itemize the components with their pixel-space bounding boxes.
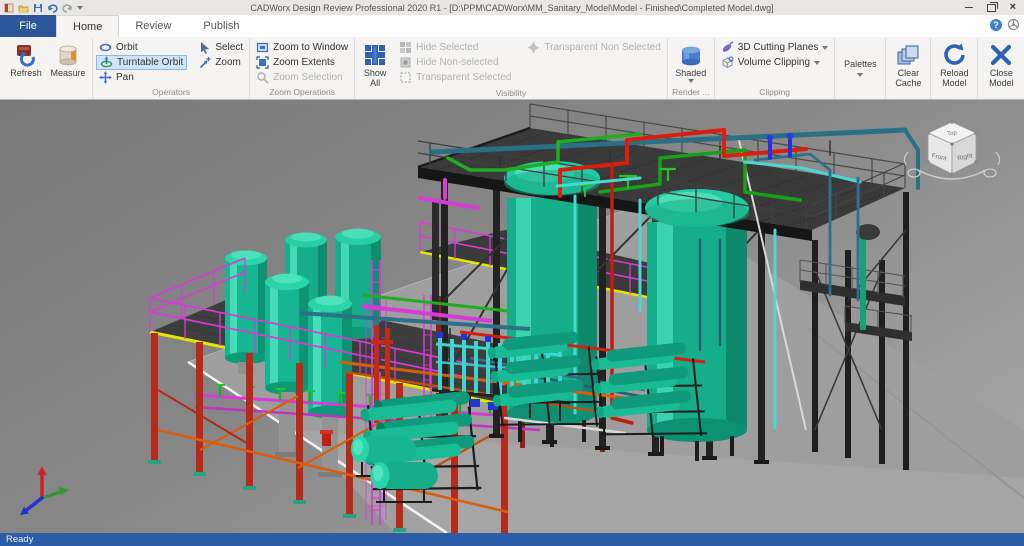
group-palettes: Palettes bbox=[835, 38, 886, 99]
refresh-icon bbox=[13, 42, 39, 68]
volume-clipping-button[interactable]: Volume Clipping bbox=[718, 55, 832, 70]
open-file-button[interactable] bbox=[18, 3, 29, 13]
transparent-selected-button: Transparent Selected bbox=[396, 70, 514, 85]
viewport-3d-model: Top Front Right bbox=[0, 100, 1024, 533]
orbit-icon bbox=[99, 41, 112, 54]
zoom-extents-button[interactable]: Zoom Extents bbox=[253, 55, 351, 70]
ribbon-tab-bar: File Home Review Publish ? bbox=[0, 15, 1024, 37]
tab-review[interactable]: Review bbox=[119, 15, 187, 37]
group-visibility: Show All Hide Selected Hide Non-selected… bbox=[355, 38, 668, 99]
close-model-button[interactable]: Close Model bbox=[981, 39, 1021, 88]
help-icon[interactable]: ? bbox=[990, 19, 1002, 31]
refresh-button[interactable]: Refresh bbox=[5, 39, 47, 78]
quick-access-toolbar bbox=[0, 3, 83, 13]
viewport-3d[interactable]: Top Front Right bbox=[0, 100, 1024, 533]
group-reload: Reload Model bbox=[931, 38, 978, 99]
zoom-to-window-button[interactable]: Zoom to Window bbox=[253, 40, 351, 55]
show-all-button[interactable]: Show All bbox=[358, 39, 392, 88]
hide-non-selected-icon bbox=[399, 56, 412, 69]
turntable-orbit-icon bbox=[100, 56, 113, 69]
orbit-button[interactable]: Orbit bbox=[96, 40, 187, 55]
tab-home[interactable]: Home bbox=[56, 15, 119, 37]
tab-publish[interactable]: Publish bbox=[187, 15, 255, 37]
reload-model-button[interactable]: Reload Model bbox=[934, 39, 974, 88]
clear-cache-button[interactable]: Clear Cache bbox=[889, 39, 927, 88]
group-render: Shaded Render ... bbox=[668, 38, 715, 99]
shaded-dropdown-caret-icon[interactable] bbox=[688, 79, 694, 83]
zoom-extents-icon bbox=[256, 56, 269, 69]
group-model-actions: Refresh Measure bbox=[2, 38, 93, 99]
select-button[interactable]: Select bbox=[195, 40, 246, 55]
turntable-orbit-button[interactable]: Turntable Orbit bbox=[96, 55, 187, 70]
group-operators: Orbit Turntable Orbit Pan Select bbox=[93, 38, 250, 99]
large-tank-right bbox=[647, 222, 747, 461]
close-button[interactable]: × bbox=[1010, 3, 1016, 12]
undo-button[interactable] bbox=[47, 3, 58, 13]
tab-file[interactable]: File bbox=[0, 15, 56, 37]
group-cache: Clear Cache bbox=[886, 38, 931, 99]
transparent-non-selected-button: Transparent Non Selected bbox=[524, 40, 663, 55]
redo-button[interactable] bbox=[62, 3, 73, 13]
measure-button[interactable]: Measure bbox=[47, 39, 89, 78]
qat-customize-caret-icon[interactable] bbox=[77, 6, 83, 10]
small-red-equipment bbox=[322, 432, 331, 446]
status-bar: Ready bbox=[0, 533, 1024, 546]
zoom-to-window-icon bbox=[256, 41, 269, 54]
shaded-button[interactable]: Shaded bbox=[671, 39, 711, 83]
reload-model-icon bbox=[941, 42, 967, 68]
close-model-icon bbox=[988, 42, 1014, 68]
select-cursor-icon bbox=[198, 41, 211, 54]
volume-clipping-icon bbox=[721, 56, 734, 69]
transparent-selected-icon bbox=[399, 71, 412, 84]
pan-icon bbox=[99, 71, 112, 84]
app-icon[interactable] bbox=[4, 3, 14, 13]
save-button[interactable] bbox=[33, 3, 43, 13]
titlebar: CADWorx Design Review Professional 2020 … bbox=[0, 0, 1024, 15]
cutting-planes-button[interactable]: 3D Cutting Planes bbox=[718, 40, 832, 55]
palettes-button[interactable]: Palettes bbox=[838, 49, 882, 77]
cutting-planes-caret-icon[interactable] bbox=[822, 46, 828, 50]
clear-cache-icon bbox=[895, 42, 921, 68]
status-text: Ready bbox=[6, 534, 33, 545]
volume-clipping-caret-icon[interactable] bbox=[814, 61, 820, 65]
restore-button[interactable] bbox=[987, 4, 996, 12]
window-title: CADWorx Design Review Professional 2020 … bbox=[0, 3, 1024, 13]
group-clipping: 3D Cutting Planes Volume Clipping Clippi… bbox=[715, 38, 836, 99]
viewcube-rotate-right-icon[interactable] bbox=[984, 169, 996, 177]
zoom-selection-button: Zoom Selection bbox=[253, 70, 351, 85]
palettes-caret-icon[interactable] bbox=[857, 73, 863, 77]
hide-non-selected-button: Hide Non-selected bbox=[396, 55, 514, 70]
show-all-icon bbox=[362, 42, 388, 68]
pan-button[interactable]: Pan bbox=[96, 70, 187, 85]
minimize-button[interactable] bbox=[965, 7, 973, 8]
hide-selected-button: Hide Selected bbox=[396, 40, 514, 55]
group-close: Close Model bbox=[978, 38, 1024, 99]
transparent-non-selected-icon bbox=[527, 41, 540, 54]
group-zoom-operations: Zoom to Window Zoom Extents Zoom Selecti… bbox=[250, 38, 355, 99]
measure-icon bbox=[55, 42, 81, 68]
zoom-button[interactable]: Zoom bbox=[195, 55, 246, 70]
ribbon: Refresh Measure Orbit Turntable Orbit bbox=[0, 37, 1024, 101]
cutting-planes-icon bbox=[721, 41, 734, 54]
steering-wheel-icon[interactable] bbox=[1007, 18, 1020, 31]
axis-triad bbox=[20, 466, 69, 515]
hide-selected-icon bbox=[399, 41, 412, 54]
zoom-arrow-icon bbox=[198, 56, 211, 69]
shaded-cylinder-icon bbox=[678, 42, 704, 68]
zoom-selection-icon bbox=[256, 71, 269, 84]
